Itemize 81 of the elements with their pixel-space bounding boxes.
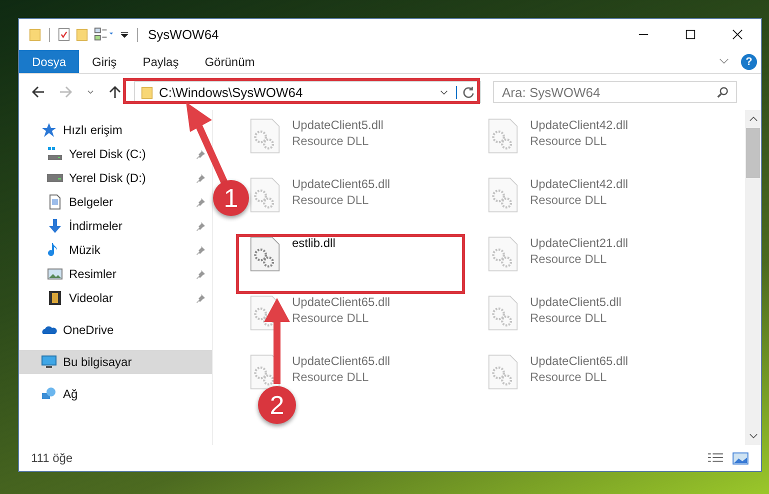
pin-icon[interactable] xyxy=(196,149,206,159)
folder-icon[interactable] xyxy=(76,27,88,42)
gear-file-icon xyxy=(488,177,518,213)
view-list-icon[interactable] xyxy=(94,27,114,42)
file-type: Resource DLL xyxy=(530,252,608,266)
large-icons-view-icon[interactable] xyxy=(732,452,749,464)
window-title: SysWOW64 xyxy=(148,27,219,42)
forward-arrow-icon[interactable] xyxy=(59,85,73,99)
search-icon xyxy=(717,86,729,98)
sidebar-item[interactable]: OneDrive xyxy=(19,318,212,342)
pin-icon[interactable] xyxy=(196,269,206,279)
checkmark-page-icon[interactable] xyxy=(58,27,70,42)
file-name[interactable]: UpdateClient65.dll xyxy=(292,354,390,368)
gear-file-icon xyxy=(488,354,518,390)
ribbon-tab[interactable]: Paylaş xyxy=(130,50,192,73)
chevron-down-icon[interactable] xyxy=(87,90,94,94)
file-type: Resource DLL xyxy=(530,311,608,325)
up-arrow-icon[interactable] xyxy=(108,85,122,99)
file-name[interactable]: estlib.dll xyxy=(292,236,336,250)
pin-icon[interactable] xyxy=(196,173,206,183)
file-name[interactable]: UpdateClient5.dll xyxy=(530,295,622,309)
file-type: Resource DLL xyxy=(530,134,608,148)
file-type: Resource DLL xyxy=(530,370,608,384)
gear-file-icon xyxy=(488,236,518,272)
address-field[interactable]: C:\Windows\SysWOW64 xyxy=(134,81,481,103)
file-name[interactable]: UpdateClient65.dll xyxy=(292,177,390,191)
download-arrow-icon xyxy=(47,218,63,234)
star-icon xyxy=(41,122,57,138)
chevron-down-icon[interactable] xyxy=(440,90,448,94)
network-icon xyxy=(41,386,57,402)
sidebar-item[interactable]: Bu bilgisayar xyxy=(19,350,212,374)
sidebar-item[interactable]: Videolar xyxy=(19,286,212,310)
help-button[interactable]: ? xyxy=(741,54,757,70)
sidebar-item[interactable]: Belgeler xyxy=(19,190,212,214)
gear-file-icon xyxy=(250,118,280,154)
sidebar-item[interactable]: Yerel Disk (C:) xyxy=(19,142,212,166)
file-type: Resource DLL xyxy=(530,193,608,207)
document-icon xyxy=(47,194,63,210)
scrollbar[interactable] xyxy=(745,110,761,445)
scroll-thumb[interactable] xyxy=(746,128,760,178)
search-field[interactable]: Ara: SysWOW64 xyxy=(493,81,737,103)
file-type: Resource DLL xyxy=(292,370,370,384)
details-view-icon[interactable] xyxy=(707,452,724,464)
pin-icon[interactable] xyxy=(196,245,206,255)
sidebar-item[interactable]: Müzik xyxy=(19,238,212,262)
file-type: Resource DLL xyxy=(292,193,370,207)
drive-icon xyxy=(47,146,63,162)
gear-file-icon xyxy=(250,354,280,390)
gear-file-icon xyxy=(250,177,280,213)
picture-icon xyxy=(47,266,63,282)
sidebar-item[interactable]: Hızlı erişim xyxy=(19,118,212,142)
scroll-down-icon[interactable] xyxy=(748,433,758,439)
monitor-icon xyxy=(41,354,57,370)
sidebar-item[interactable]: İndirmeler xyxy=(19,214,212,238)
file-name[interactable]: UpdateClient5.dll xyxy=(292,118,384,132)
file-name[interactable]: UpdateClient42.dll xyxy=(530,118,628,132)
folder-icon xyxy=(141,84,153,100)
ribbon-tab[interactable]: Görünüm xyxy=(192,50,268,73)
gear-file-icon xyxy=(488,295,518,331)
pin-icon[interactable] xyxy=(196,293,206,303)
gear-file-icon xyxy=(250,236,280,272)
sidebar-item[interactable]: Yerel Disk (D:) xyxy=(19,166,212,190)
pin-icon[interactable] xyxy=(196,197,206,207)
scroll-up-icon[interactable] xyxy=(748,116,758,122)
sidebar-item[interactable]: Resimler xyxy=(19,262,212,286)
film-icon xyxy=(47,290,63,306)
gear-file-icon xyxy=(488,118,518,154)
back-arrow-icon[interactable] xyxy=(31,85,45,99)
customize-caret-icon[interactable] xyxy=(120,30,129,39)
pin-icon[interactable] xyxy=(196,221,206,231)
folder-icon[interactable] xyxy=(29,27,41,42)
ribbon-tab[interactable]: Dosya xyxy=(19,50,80,73)
file-name[interactable]: UpdateClient42.dll xyxy=(530,177,628,191)
item-count: 111 öğe xyxy=(31,451,73,465)
file-name[interactable]: UpdateClient65.dll xyxy=(292,295,390,309)
sidebar-item[interactable]: Ağ xyxy=(19,382,212,406)
file-name[interactable]: UpdateClient21.dll xyxy=(530,236,628,250)
file-name[interactable]: UpdateClient65.dll xyxy=(530,354,628,368)
ribbon-tab[interactable]: Giriş xyxy=(79,50,130,73)
file-type: Resource DLL xyxy=(292,311,370,325)
file-type: Resource DLL xyxy=(292,134,370,148)
